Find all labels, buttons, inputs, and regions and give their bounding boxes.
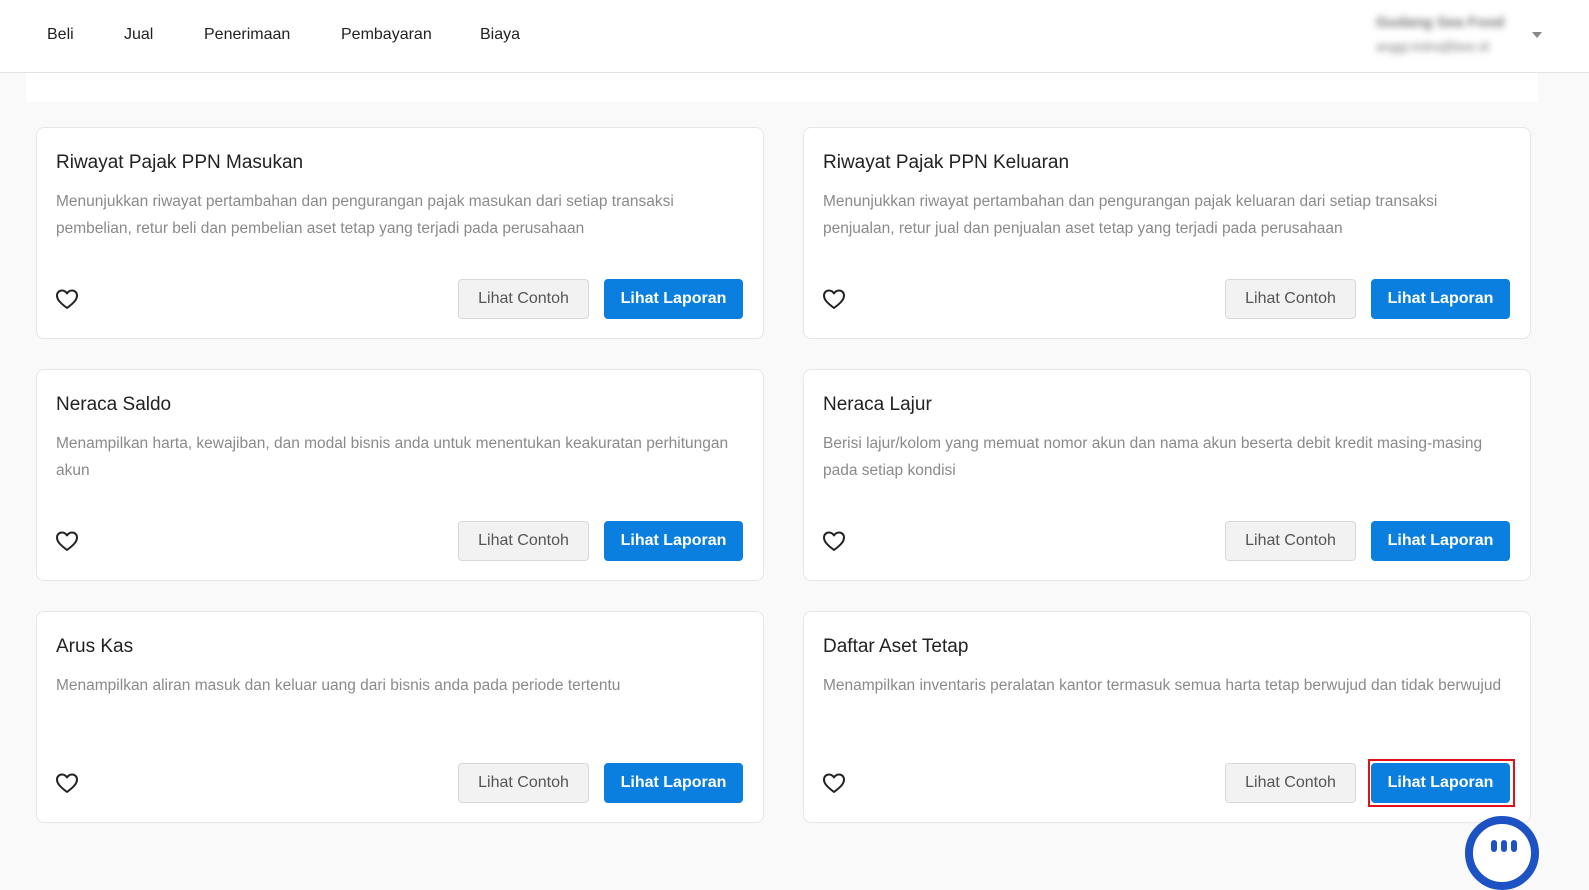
heart-outline-icon[interactable] bbox=[822, 288, 846, 310]
nav-item-biaya[interactable]: Biaya bbox=[480, 26, 520, 44]
lihat-laporan-button[interactable]: Lihat Laporan bbox=[1371, 521, 1510, 561]
card-title: Neraca Lajur bbox=[823, 394, 932, 415]
lihat-contoh-button[interactable]: Lihat Contoh bbox=[458, 279, 589, 319]
lihat-laporan-button[interactable]: Lihat Laporan bbox=[1371, 763, 1510, 803]
lihat-contoh-button[interactable]: Lihat Contoh bbox=[1225, 521, 1356, 561]
card-description: Menampilkan harta, kewajiban, dan modal … bbox=[56, 435, 729, 479]
chat-icon bbox=[1491, 840, 1517, 852]
filter-bar bbox=[26, 73, 1538, 102]
lihat-laporan-button[interactable]: Lihat Laporan bbox=[1371, 279, 1510, 319]
card-title: Arus Kas bbox=[56, 636, 134, 657]
lihat-laporan-button[interactable]: Lihat Laporan bbox=[604, 279, 743, 319]
account-menu[interactable]: Gudang Sea Food anggi.indra@bee.id bbox=[1376, 12, 1526, 62]
top-navbar: Beli Jual Penerimaan Pembayaran Biaya Gu… bbox=[0, 0, 1589, 73]
account-email: anggi.indra@bee.id bbox=[1376, 39, 1489, 54]
caret-down-icon[interactable] bbox=[1532, 32, 1542, 38]
card-description: Menunjukkan riwayat pertambahan dan peng… bbox=[56, 193, 674, 237]
card-description: Menunjukkan riwayat pertambahan dan peng… bbox=[823, 193, 1438, 237]
card-title: Neraca Saldo bbox=[56, 394, 172, 415]
report-card-daftar-aset-tetap: Daftar Aset Tetap Menampilkan inventaris… bbox=[803, 611, 1531, 823]
nav-item-penerimaan[interactable]: Penerimaan bbox=[204, 26, 290, 44]
lihat-contoh-button[interactable]: Lihat Contoh bbox=[458, 763, 589, 803]
lihat-contoh-button[interactable]: Lihat Contoh bbox=[458, 521, 589, 561]
nav-item-pembayaran[interactable]: Pembayaran bbox=[341, 26, 432, 44]
report-card-neraca-saldo: Neraca Saldo Menampilkan harta, kewajiba… bbox=[36, 369, 764, 581]
chat-button[interactable] bbox=[1465, 816, 1539, 890]
lihat-contoh-button[interactable]: Lihat Contoh bbox=[1225, 763, 1356, 803]
nav-item-jual[interactable]: Jual bbox=[124, 26, 153, 44]
heart-outline-icon[interactable] bbox=[822, 530, 846, 552]
lihat-laporan-button[interactable]: Lihat Laporan bbox=[604, 763, 743, 803]
heart-outline-icon[interactable] bbox=[55, 530, 79, 552]
report-card-neraca-lajur: Neraca Lajur Berisi lajur/kolom yang mem… bbox=[803, 369, 1531, 581]
lihat-contoh-button[interactable]: Lihat Contoh bbox=[1225, 279, 1356, 319]
card-description: Menampilkan aliran masuk dan keluar uang… bbox=[56, 677, 621, 694]
card-description: Berisi lajur/kolom yang memuat nomor aku… bbox=[823, 435, 1483, 479]
account-name: Gudang Sea Food bbox=[1376, 14, 1505, 31]
lihat-laporan-button[interactable]: Lihat Laporan bbox=[604, 521, 743, 561]
report-card-ppn-keluaran: Riwayat Pajak PPN Keluaran Menunjukkan r… bbox=[803, 127, 1531, 339]
heart-outline-icon[interactable] bbox=[55, 288, 79, 310]
heart-outline-icon[interactable] bbox=[822, 772, 846, 794]
card-title: Riwayat Pajak PPN Keluaran bbox=[823, 152, 1070, 173]
card-title: Riwayat Pajak PPN Masukan bbox=[56, 152, 304, 173]
card-title: Daftar Aset Tetap bbox=[823, 636, 969, 657]
heart-outline-icon[interactable] bbox=[55, 772, 79, 794]
card-description: Menampilkan inventaris peralatan kantor … bbox=[823, 677, 1502, 694]
report-card-ppn-masukan: Riwayat Pajak PPN Masukan Menunjukkan ri… bbox=[36, 127, 764, 339]
report-card-arus-kas: Arus Kas Menampilkan aliran masuk dan ke… bbox=[36, 611, 764, 823]
nav-item-beli[interactable]: Beli bbox=[47, 26, 74, 44]
